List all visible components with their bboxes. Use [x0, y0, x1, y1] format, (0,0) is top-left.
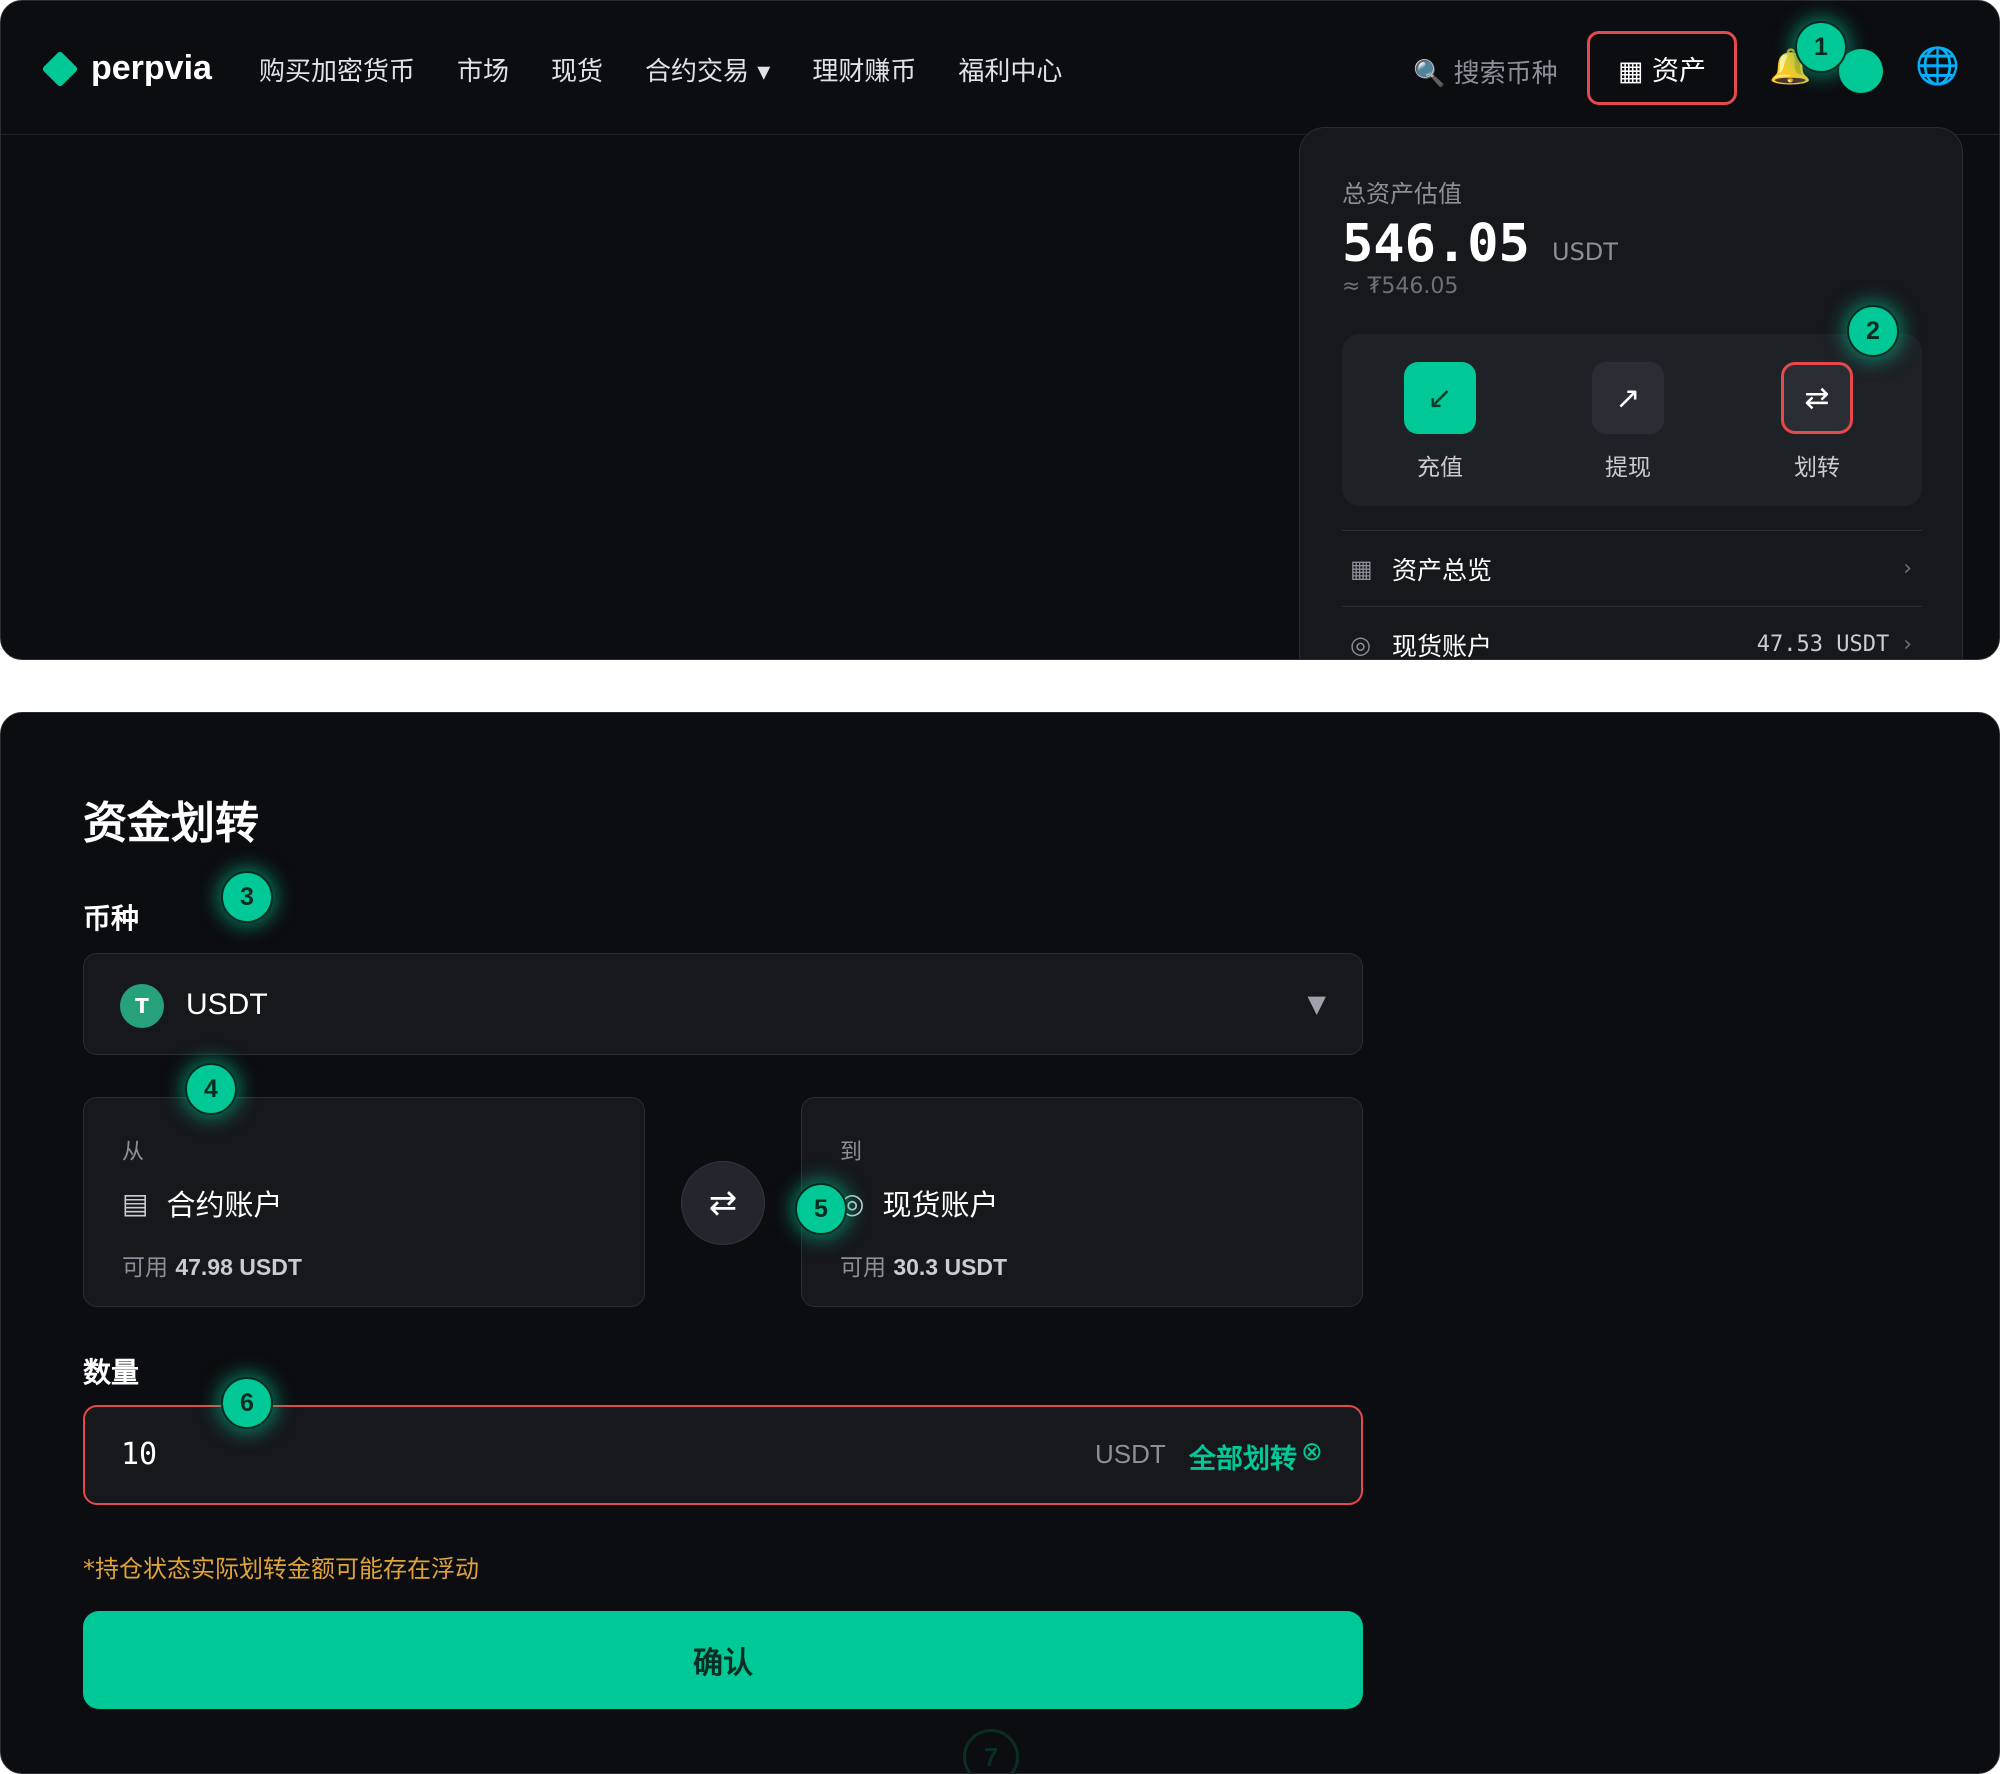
nav-item-buy-crypto[interactable]: 购买加密货币: [259, 51, 415, 88]
transfer-icon: ⇄: [1781, 362, 1853, 434]
nav-item-spot[interactable]: 现货: [551, 51, 603, 88]
withdraw-arrow-icon: ↗: [1592, 362, 1664, 434]
asset-overview-label: 资产总览: [1392, 555, 1493, 585]
spot-account-row[interactable]: ◎ 现货账户 47.53 USDT ›: [1342, 606, 1922, 660]
total-assets-unit: USDT: [1552, 238, 1618, 266]
coin-select-value: USDT: [186, 988, 268, 1021]
withdraw-label: 提现: [1605, 455, 1651, 481]
coin-select[interactable]: T USDT ▼: [83, 953, 1363, 1055]
usdt-coin-icon: T: [120, 984, 164, 1028]
total-assets-label: 总资产估值: [1342, 180, 1462, 208]
caret-down-icon: ▼: [1307, 990, 1326, 1018]
main-nav: 购买加密货币 市场 现货 合约交易 ▾ 理财赚币 福利中心: [259, 51, 1104, 88]
to-available: 可用 30.3 USDT: [840, 1248, 1007, 1282]
step-marker-4: 4: [185, 1063, 237, 1115]
transfer-button[interactable]: ⇄ 划转: [1762, 362, 1872, 482]
to-available-value: 30.3 USDT: [893, 1254, 1008, 1280]
step-marker-7: 7: [963, 1729, 1019, 1773]
transfer-label: 划转: [1794, 455, 1840, 481]
logo-diamond-icon: [41, 50, 79, 87]
circle-icon: ◎: [1350, 630, 1371, 659]
logo[interactable]: perpvia: [41, 49, 212, 88]
step-marker-2: 2: [1847, 305, 1899, 357]
step-marker-5: 5: [795, 1183, 847, 1235]
to-account-card[interactable]: 到 ◎ 现货账户 可用 30.3 USDT: [801, 1097, 1363, 1307]
swap-accounts-button[interactable]: ⇄: [681, 1161, 765, 1245]
from-account-name: 合约账户: [166, 1188, 283, 1222]
from-label: 从: [122, 1140, 145, 1165]
spot-account-value: 47.53 USDT: [1756, 632, 1890, 657]
clear-icon[interactable]: ⊗: [1301, 1437, 1323, 1467]
deposit-arrow-icon: ↙: [1404, 362, 1476, 434]
to-account-name: 现货账户: [882, 1188, 999, 1222]
top-nav-bar: perpvia 购买加密货币 市场 现货 合约交易 ▾ 理财赚币 福利中心 🔍 …: [1, 1, 1999, 135]
grid-icon: ▦: [1350, 554, 1373, 583]
spot-account-label: 现货账户: [1392, 631, 1493, 660]
to-label: 到: [840, 1140, 863, 1165]
chevron-right-icon: ›: [1903, 632, 1912, 657]
avatar[interactable]: [1839, 49, 1883, 93]
page-title: 资金划转: [83, 798, 259, 849]
deposit-button[interactable]: ↙ 充值: [1385, 362, 1495, 482]
assets-button[interactable]: ▦ 资产: [1587, 31, 1737, 105]
to-account-name-row: ◎ 现货账户: [840, 1182, 998, 1224]
list-icon: ▤: [122, 1186, 149, 1220]
total-assets-approx: ≈ ₮546.05: [1342, 274, 1459, 299]
to-available-prefix: 可用: [840, 1255, 886, 1281]
bottom-screenshot-panel: 资金划转 币种 T USDT ▼ 从 ▤ 合约账户 可用 47.98 USDT …: [0, 712, 2000, 1774]
nav-item-rewards[interactable]: 福利中心: [958, 51, 1062, 88]
confirm-button[interactable]: 确认: [83, 1611, 1363, 1709]
deposit-label: 充值: [1417, 455, 1463, 481]
total-assets-value: 546.05: [1342, 214, 1530, 274]
asset-actions: ↙ 充值 ↗ 提现 ⇄ 划转: [1342, 334, 1922, 506]
nav-item-markets[interactable]: 市场: [457, 51, 509, 88]
globe-icon[interactable]: 🌐: [1915, 45, 1960, 87]
from-available: 可用 47.98 USDT: [122, 1248, 302, 1282]
amount-label: 数量: [83, 1356, 140, 1389]
amount-value: 10: [121, 1437, 158, 1472]
asset-overview-row[interactable]: ▦ 资产总览 ›: [1342, 530, 1922, 606]
amount-input[interactable]: 10 USDT 全部划转 ⊗: [83, 1405, 1363, 1505]
logo-text: perpvia: [91, 49, 212, 87]
amount-unit: USDT: [1095, 1439, 1166, 1469]
warning-note: *持仓状态实际划转金额可能存在浮动: [83, 1555, 479, 1583]
step-marker-6: 6: [221, 1377, 273, 1429]
from-available-prefix: 可用: [122, 1255, 168, 1281]
step-marker-1: 1: [1795, 21, 1847, 73]
step-marker-3: 3: [221, 871, 273, 923]
top-screenshot-panel: perpvia 购买加密货币 市场 现货 合约交易 ▾ 理财赚币 福利中心 🔍 …: [0, 0, 2000, 660]
assets-dropdown: 总资产估值 546.05 USDT ≈ ₮546.05 ↙ 充值 ↗ 提现 ⇄ …: [1299, 127, 1963, 660]
transfer-all-button[interactable]: 全部划转: [1189, 1437, 1297, 1476]
from-account-name-row: ▤ 合约账户: [122, 1182, 282, 1224]
search-input[interactable]: 🔍 搜索币种: [1413, 53, 1558, 90]
from-account-card[interactable]: 从 ▤ 合约账户 可用 47.98 USDT: [83, 1097, 645, 1307]
chevron-right-icon: ›: [1903, 556, 1912, 581]
nav-item-earn[interactable]: 理财赚币: [812, 51, 916, 88]
withdraw-button[interactable]: ↗ 提现: [1573, 362, 1683, 482]
coin-label: 币种: [83, 902, 140, 935]
from-available-value: 47.98 USDT: [175, 1254, 302, 1280]
nav-item-futures[interactable]: 合约交易 ▾: [645, 51, 770, 88]
